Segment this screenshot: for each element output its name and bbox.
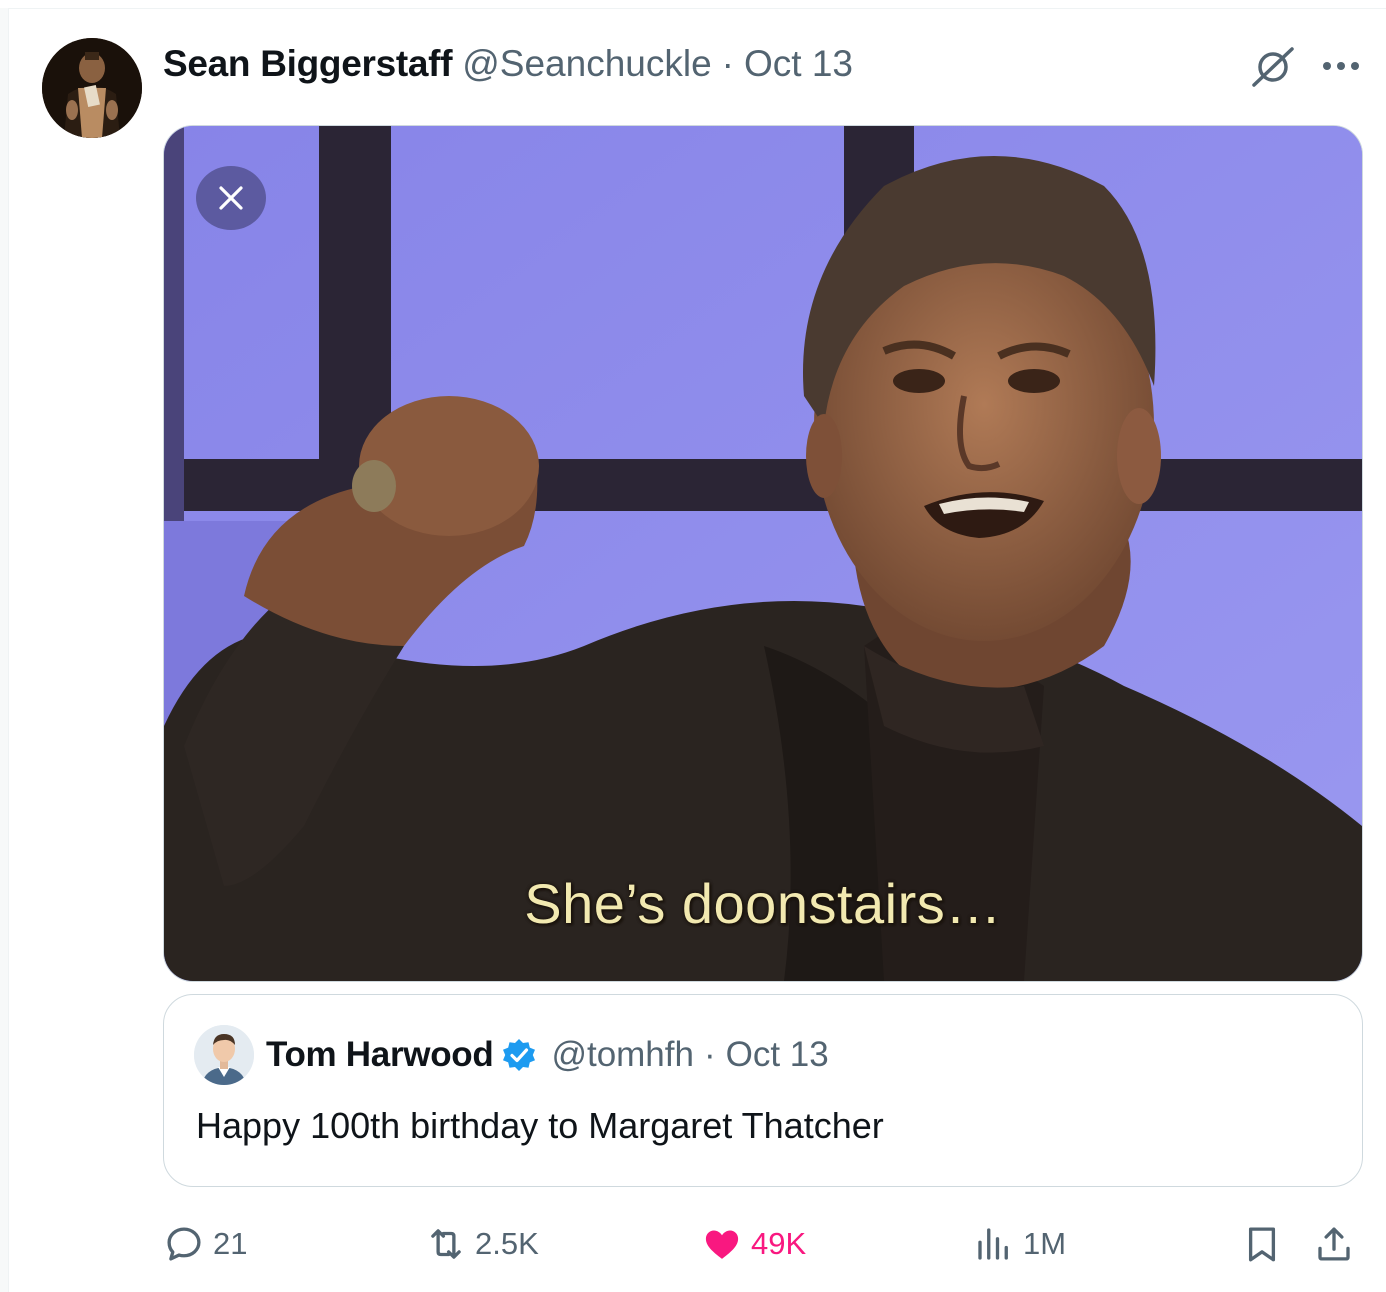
quoted-tweet-date[interactable]: Oct 13	[726, 1035, 829, 1075]
window-left-edge	[0, 8, 9, 1292]
close-button[interactable]	[196, 166, 266, 230]
window-top-edge	[0, 0, 1386, 9]
like-button[interactable]: 49K	[701, 1216, 806, 1272]
reply-button[interactable]: 21	[163, 1216, 247, 1272]
share-button[interactable]	[1313, 1216, 1355, 1272]
bookmark-icon	[1248, 1227, 1276, 1262]
author-name[interactable]: Sean Biggerstaff	[163, 43, 453, 85]
separator-dot: ·	[721, 43, 734, 84]
quoted-tweet-card[interactable]: Tom Harwood @tomhfh · Oct 13 Happy 100th…	[163, 994, 1363, 1187]
close-icon	[219, 186, 243, 210]
tweet-action-bar: 21 2.5K 49K 1M	[163, 1216, 1373, 1272]
repost-icon	[431, 1229, 461, 1259]
share-icon	[1318, 1227, 1350, 1261]
tweet-header: Sean Biggerstaff @Seanchuckle · Oct 13	[163, 42, 853, 86]
author-avatar[interactable]	[42, 38, 142, 138]
reply-count: 21	[213, 1226, 248, 1261]
quoted-tweet-text: Happy 100th birthday to Margaret Thatche…	[196, 1105, 884, 1146]
views-button[interactable]: 1M	[973, 1216, 1066, 1272]
meme-scene	[164, 126, 1362, 981]
like-icon	[705, 1230, 739, 1259]
quoted-author-handle[interactable]: @tomhfh	[551, 1035, 694, 1075]
grok-icon[interactable]	[1250, 46, 1296, 88]
reply-icon	[167, 1227, 201, 1261]
repost-button[interactable]: 2.5K	[425, 1216, 539, 1272]
quoted-tweet-header: Tom Harwood @tomhfh · Oct 13	[266, 1033, 829, 1077]
repost-count: 2.5K	[475, 1226, 539, 1261]
like-count: 49K	[751, 1226, 807, 1261]
tweet-date[interactable]: Oct 13	[744, 43, 853, 85]
tweet-media-image[interactable]: She’s doonstairs…	[163, 125, 1363, 982]
quoted-author-avatar[interactable]	[194, 1025, 254, 1085]
author-handle[interactable]: @Seanchuckle	[462, 43, 711, 85]
verified-badge-icon	[501, 1037, 537, 1073]
quoted-author-name[interactable]: Tom Harwood	[266, 1035, 494, 1075]
quoted-separator-dot: ·	[703, 1035, 716, 1074]
views-icon	[978, 1228, 1008, 1260]
view-count: 1M	[1023, 1226, 1067, 1261]
more-icon[interactable]	[1318, 46, 1364, 86]
bookmark-button[interactable]	[1241, 1216, 1283, 1272]
meme-subtitle: She’s doonstairs…	[524, 872, 1002, 935]
